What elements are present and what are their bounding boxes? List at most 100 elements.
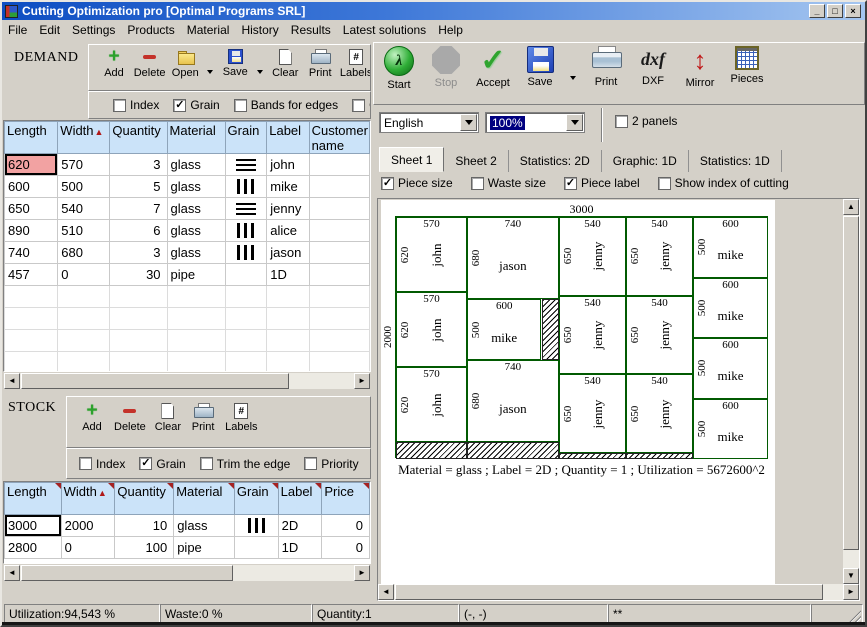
demand-header-quantity[interactable]: Quantity [110,122,167,154]
stock-checkbox-index[interactable]: Index [79,457,125,471]
empty-cell[interactable] [225,330,267,352]
stock-labels-button[interactable]: Labels [225,403,257,433]
demand-header-length[interactable]: Length [5,122,58,154]
piece-mike[interactable]: 600500mike [693,278,768,339]
empty-cell[interactable] [110,308,167,330]
tab-sheet-2[interactable]: Sheet 2 [444,150,508,172]
demand-delete-button[interactable]: Delete [136,49,163,79]
demand-header-material[interactable]: Material [167,122,225,154]
demand-cell[interactable]: 1D [267,264,309,286]
empty-cell[interactable] [267,286,309,308]
demand-cell[interactable]: 620 [5,154,58,176]
menu-item-history[interactable]: History [235,20,284,40]
tab-statistics-1d[interactable]: Statistics: 1D [689,150,782,172]
checkbox-unchecked[interactable] [113,99,126,112]
demand-cell[interactable]: 30 [110,264,167,286]
demand-cell[interactable]: 740 [5,242,58,264]
stock-cell[interactable]: glass [174,515,235,537]
demand-cell[interactable]: jenny [267,198,309,220]
demand-cell[interactable]: glass [167,198,225,220]
empty-cell[interactable] [225,352,267,373]
checkbox-unchecked[interactable] [658,177,671,190]
stock-cell[interactable]: 0 [322,537,370,559]
demand-cell[interactable]: 0 [58,264,110,286]
results-save-button[interactable]: Save [523,46,557,88]
view-checkbox-piece-label[interactable]: Piece label [564,176,640,190]
demand-cell[interactable]: 3 [110,242,167,264]
menu-item-file[interactable]: File [2,20,33,40]
checkbox-unchecked[interactable] [234,99,247,112]
canvas-h-scrollbar[interactable]: ◄ ► [378,584,859,600]
results-stop-button[interactable]: Stop [429,46,463,89]
view-checkbox-show-index-of-cutting[interactable]: Show index of cutting [658,176,789,190]
menu-item-edit[interactable]: Edit [33,20,66,40]
maximize-button[interactable]: □ [827,4,843,18]
empty-cell[interactable] [58,308,110,330]
demand-cell[interactable] [225,154,267,176]
demand-cell[interactable]: 570 [58,154,110,176]
demand-cell[interactable]: glass [167,220,225,242]
demand-cell[interactable]: 510 [58,220,110,242]
demand-cell[interactable]: john [267,154,309,176]
demand-cell[interactable]: 7 [110,198,167,220]
piece-jason[interactable]: 740680jason [467,360,559,442]
empty-cell[interactable] [267,308,309,330]
scroll-right-icon[interactable]: ► [354,565,370,581]
stock-checkbox-priority[interactable]: Priority [304,457,358,471]
demand-cell[interactable]: 600 [5,176,58,198]
demand-cell[interactable] [225,220,267,242]
empty-cell[interactable] [225,308,267,330]
scrollbar-thumb[interactable] [843,216,859,550]
chevron-down-icon[interactable] [566,114,583,131]
stock-cell[interactable]: 0 [61,537,115,559]
demand-cell[interactable] [309,242,369,264]
demand-cell[interactable]: 5 [110,176,167,198]
demand-save-button[interactable]: Save [222,49,248,78]
language-select[interactable]: English [379,112,479,133]
stock-cell[interactable]: 2D [278,515,322,537]
menu-item-products[interactable]: Products [121,20,180,40]
checkbox-unchecked[interactable] [615,115,628,128]
stock-add-button[interactable]: Add [79,403,105,433]
demand-cell[interactable]: 890 [5,220,58,242]
tab-sheet-1[interactable]: Sheet 1 [379,147,444,172]
empty-cell[interactable] [5,330,58,352]
demand-print-button[interactable]: Print [307,49,333,79]
empty-cell[interactable] [5,352,58,373]
view-checkbox-waste-size[interactable]: Waste size [471,176,546,190]
checkbox-unchecked[interactable] [200,457,213,470]
menu-item-material[interactable]: Material [181,20,236,40]
stock-header-length[interactable]: Length [5,483,62,515]
piece-john[interactable]: 570620john [396,367,467,442]
stock-delete-button[interactable]: Delete [114,403,146,433]
demand-open-dropdown-icon[interactable] [207,70,213,77]
demand-checkbox-bands-for-edges[interactable]: Bands for edges [234,98,338,112]
stock-header-material[interactable]: Material [174,483,235,515]
demand-cell[interactable]: 457 [5,264,58,286]
demand-cell[interactable]: glass [167,154,225,176]
checkbox-unchecked[interactable] [471,177,484,190]
piece-jenny[interactable]: 540650jenny [559,217,626,296]
demand-checkbox-grain[interactable]: Grain [173,98,219,112]
results-start-button[interactable]: Start [382,46,416,91]
empty-cell[interactable] [309,308,369,330]
demand-cell[interactable] [309,154,369,176]
results-print-button[interactable]: Print [589,46,623,88]
demand-cell[interactable] [225,242,267,264]
demand-cell[interactable] [309,264,369,286]
stock-checkbox-trim-the-edge[interactable]: Trim the edge [200,457,291,471]
empty-cell[interactable] [58,286,110,308]
stock-cell[interactable]: 10 [115,515,174,537]
scroll-left-icon[interactable]: ◄ [4,565,20,581]
demand-labels-button[interactable]: Labels [342,49,370,79]
stock-print-button[interactable]: Print [190,403,216,433]
stock-cell[interactable] [234,515,278,537]
checkbox-checked[interactable] [381,177,394,190]
stock-h-scrollbar[interactable]: ◄ ► [4,565,370,581]
results-accept-button[interactable]: Accept [476,46,510,89]
view-checkbox-piece-size[interactable]: Piece size [381,176,453,190]
demand-cell[interactable]: 680 [58,242,110,264]
demand-h-scrollbar[interactable]: ◄ ► [4,373,370,389]
piece-mike[interactable]: 600500mike [693,217,768,278]
demand-cell[interactable]: glass [167,176,225,198]
